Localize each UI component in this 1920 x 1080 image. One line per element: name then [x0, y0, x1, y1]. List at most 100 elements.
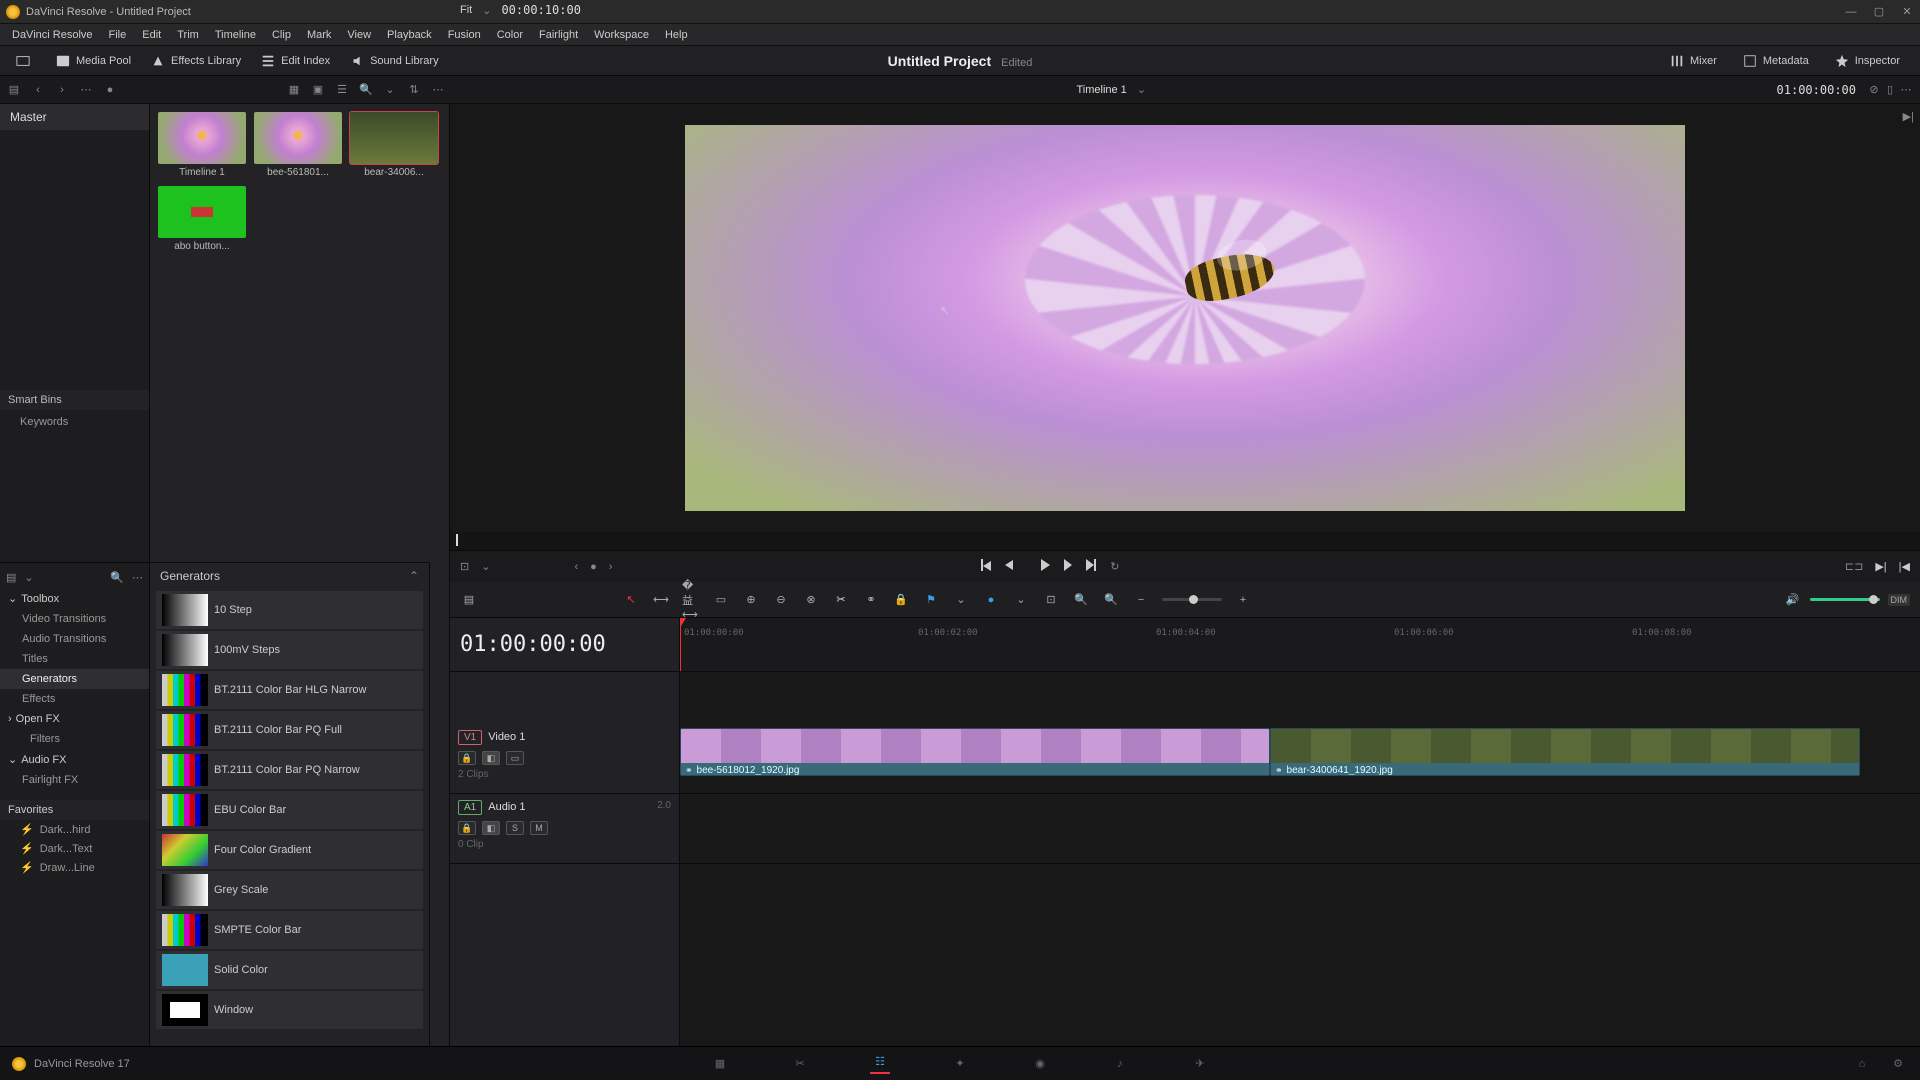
settings-icon[interactable]: ⚙ [1888, 1054, 1908, 1074]
preview-image[interactable] [685, 125, 1685, 510]
snap-icon[interactable]: ⊡ [1042, 591, 1060, 609]
deliver-page-icon[interactable]: ✈ [1190, 1054, 1210, 1074]
generator-100mv-steps[interactable]: 100mV Steps [156, 631, 423, 669]
color-page-icon[interactable]: ◉ [1030, 1054, 1050, 1074]
grid-view-icon[interactable]: ▣ [310, 82, 326, 98]
fusion-page-icon[interactable]: ✦ [950, 1054, 970, 1074]
menu-fusion[interactable]: Fusion [440, 27, 489, 43]
speaker-icon[interactable]: 🔊 [1784, 591, 1802, 609]
generator-ebu-color-bar[interactable]: EBU Color Bar [156, 791, 423, 829]
sort-icon[interactable]: ⇅ [406, 82, 422, 98]
media-pool-button[interactable]: Media Pool [48, 51, 139, 71]
fx-chevron-icon[interactable]: ⌄ [24, 571, 33, 584]
zoom-in-icon[interactable]: + [1234, 591, 1252, 609]
favorites-header[interactable]: Favorites [0, 800, 149, 820]
step-fwd-icon[interactable] [1064, 559, 1072, 574]
lock-v1-icon[interactable]: 🔒 [458, 751, 476, 765]
timeline-chevron-icon[interactable]: ⌄ [1137, 83, 1146, 96]
collapse-icon[interactable]: ⌃ [409, 569, 419, 583]
clip-bear-timeline[interactable]: ⚭bear-3400641_1920.jpg [1270, 728, 1860, 776]
fav-3[interactable]: ⚡Draw...Line [0, 858, 149, 877]
menu-file[interactable]: File [101, 27, 135, 43]
generator-10-step[interactable]: 10 Step [156, 591, 423, 629]
fx-more-icon[interactable]: ⋯ [132, 571, 143, 584]
list-view-icon[interactable]: ☰ [334, 82, 350, 98]
fit-dropdown[interactable]: Fit [460, 4, 472, 16]
clip-abo-button[interactable]: abo button... [158, 186, 246, 252]
generator-bt-2111-color-bar-pq-full[interactable]: BT.2111 Color Bar PQ Full [156, 711, 423, 749]
record-icon[interactable]: ● [102, 82, 118, 98]
timeline-ruler[interactable]: 01:00:00:00 01:00:02:00 01:00:04:00 01:0… [680, 618, 1920, 672]
menu-trim[interactable]: Trim [169, 27, 207, 43]
maximize-icon[interactable]: ▢ [1872, 5, 1886, 19]
menu-timeline[interactable]: Timeline [207, 27, 264, 43]
selection-tool-icon[interactable]: ↖ [622, 591, 640, 609]
step-back-icon[interactable] [1005, 560, 1013, 573]
menu-color[interactable]: Color [489, 27, 531, 43]
metadata-button[interactable]: Metadata [1735, 51, 1817, 71]
smart-bins-header[interactable]: Smart Bins [0, 390, 149, 410]
fit-chevron-icon[interactable]: ⌄ [482, 4, 491, 17]
viewer-options-icon[interactable]: ⋯ [1898, 82, 1914, 98]
flag-chevron-icon[interactable]: ⌄ [952, 591, 970, 609]
zoom-slider[interactable] [1162, 598, 1222, 601]
menu-help[interactable]: Help [657, 27, 696, 43]
chevron-down-icon[interactable]: ⌄ [382, 82, 398, 98]
replace-icon[interactable]: ⊗ [802, 591, 820, 609]
minimize-icon[interactable]: — [1844, 5, 1858, 19]
menu-workspace[interactable]: Workspace [586, 27, 657, 43]
mixer-button[interactable]: Mixer [1662, 51, 1725, 71]
overwrite-icon[interactable]: ⊖ [772, 591, 790, 609]
go-start-icon[interactable] [981, 559, 991, 574]
timeline-timecode[interactable]: 01:00:00:00 [1777, 83, 1856, 97]
cut-page-icon[interactable]: ✂ [790, 1054, 810, 1074]
titles[interactable]: Titles [0, 649, 149, 669]
fav-1[interactable]: ⚡Dark...hird [0, 820, 149, 839]
transform-chevron-icon[interactable]: ⌄ [481, 560, 490, 573]
clip-timeline1[interactable]: Timeline 1 [158, 112, 246, 178]
go-end-icon[interactable] [1086, 559, 1096, 574]
fairlightfx[interactable]: Fairlight FX [0, 770, 149, 790]
zoom-icon[interactable]: 🔍 [1102, 591, 1120, 609]
clip-bee-timeline[interactable]: ⚭bee-5618012_1920.jpg [680, 728, 1270, 776]
insert-icon[interactable]: ⊕ [742, 591, 760, 609]
zoom-out-icon[interactable]: − [1132, 591, 1150, 609]
solo-a1-button[interactable]: S [506, 821, 524, 835]
marker-icon[interactable]: ● [982, 591, 1000, 609]
bypass-icon[interactable]: ⊘ [1866, 82, 1882, 98]
fx-search-icon[interactable]: 🔍 [110, 571, 124, 584]
generator-solid-color[interactable]: Solid Color [156, 951, 423, 989]
generator-four-color-gradient[interactable]: Four Color Gradient [156, 831, 423, 869]
lock-icon[interactable]: 🔒 [892, 591, 910, 609]
match-frame-next-icon[interactable]: › [609, 561, 613, 573]
single-viewer-icon[interactable]: ▯ [1882, 82, 1898, 98]
keywords-bin[interactable]: Keywords [0, 410, 149, 434]
volume-slider[interactable] [1810, 598, 1880, 601]
generators-category[interactable]: Generators [0, 669, 149, 689]
auto-select-a1-icon[interactable]: ◧ [482, 821, 500, 835]
blade-tool-icon[interactable]: ▭ [712, 591, 730, 609]
dynamic-trim-icon[interactable]: �益⟷ [682, 591, 700, 609]
menu-view[interactable]: View [339, 27, 379, 43]
generator-bt-2111-color-bar-hlg-narrow[interactable]: BT.2111 Color Bar HLG Narrow [156, 671, 423, 709]
bin-view-icon[interactable]: ▤ [6, 82, 22, 98]
master-bin[interactable]: Master [0, 104, 149, 130]
edit-page-icon[interactable]: ☷ [870, 1054, 890, 1074]
clip-bee[interactable]: bee-561801... [254, 112, 342, 178]
menu-fairlight[interactable]: Fairlight [531, 27, 586, 43]
transform-icon[interactable]: ⊡ [460, 560, 469, 573]
trim-tool-icon[interactable]: ⟷ [652, 591, 670, 609]
media-page-icon[interactable]: ▦ [710, 1054, 730, 1074]
nav-fwd-icon[interactable]: › [54, 82, 70, 98]
fx-panel-icon[interactable]: ▤ [6, 571, 16, 584]
filters[interactable]: Filters [0, 729, 149, 749]
fullscreen-icon[interactable] [8, 51, 44, 71]
audio-track-1[interactable] [680, 794, 1920, 864]
mute-a1-button[interactable]: M [530, 821, 548, 835]
auto-select-v1-icon[interactable]: ◧ [482, 751, 500, 765]
in-out-icon[interactable]: ⊏⊐ [1845, 560, 1863, 573]
master-timecode[interactable]: 01:00:00:00 [450, 618, 679, 672]
match-frame-prev-icon[interactable]: ‹ [574, 561, 578, 573]
timeline-view-icon[interactable]: ▤ [460, 591, 478, 609]
openfx-header[interactable]: ›Open FX [0, 709, 149, 729]
